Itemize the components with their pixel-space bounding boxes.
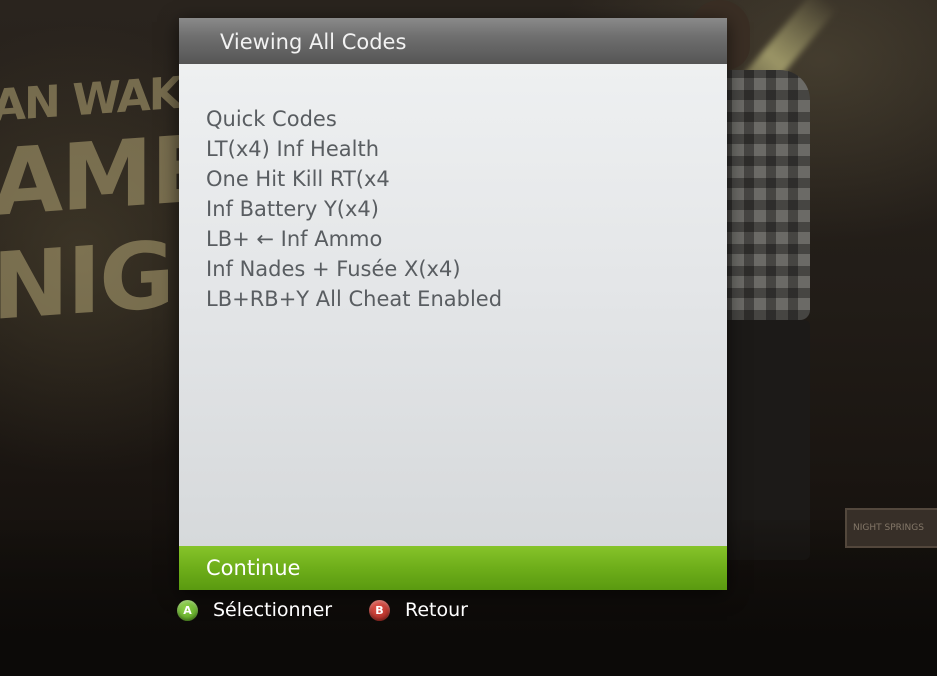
continue-label: Continue [206, 556, 301, 580]
code-line: LT(x4) Inf Health [206, 137, 380, 161]
codes-dialog: Viewing All Codes Quick Codes LT(x4) Inf… [179, 18, 727, 590]
continue-button[interactable]: Continue [179, 546, 727, 590]
dialog-body: Quick Codes LT(x4) Inf Health One Hit Ki… [179, 64, 727, 546]
select-hint-label: Sélectionner [213, 599, 333, 621]
dialog-title: Viewing All Codes [220, 30, 407, 54]
dialog-header: Viewing All Codes [179, 18, 727, 64]
background-sign: NIGHT SPRINGS [845, 508, 937, 548]
code-line: Inf Battery Y(x4) [206, 197, 379, 221]
back-hint-label: Retour [405, 599, 468, 621]
a-button-icon: A [177, 599, 198, 621]
select-hint[interactable]: A Sélectionner [177, 598, 332, 622]
code-list: Quick Codes LT(x4) Inf Health One Hit Ki… [206, 104, 502, 314]
code-line: One Hit Kill RT(x4 [206, 167, 390, 191]
code-line: Inf Nades + Fusée X(x4) [206, 257, 461, 281]
code-line: LB+RB+Y All Cheat Enabled [206, 287, 503, 311]
code-line: LB+ ← Inf Ammo [206, 227, 383, 251]
b-button-icon: B [369, 599, 390, 621]
code-line-heading: Quick Codes [206, 107, 337, 131]
back-hint[interactable]: B Retour [369, 598, 468, 622]
